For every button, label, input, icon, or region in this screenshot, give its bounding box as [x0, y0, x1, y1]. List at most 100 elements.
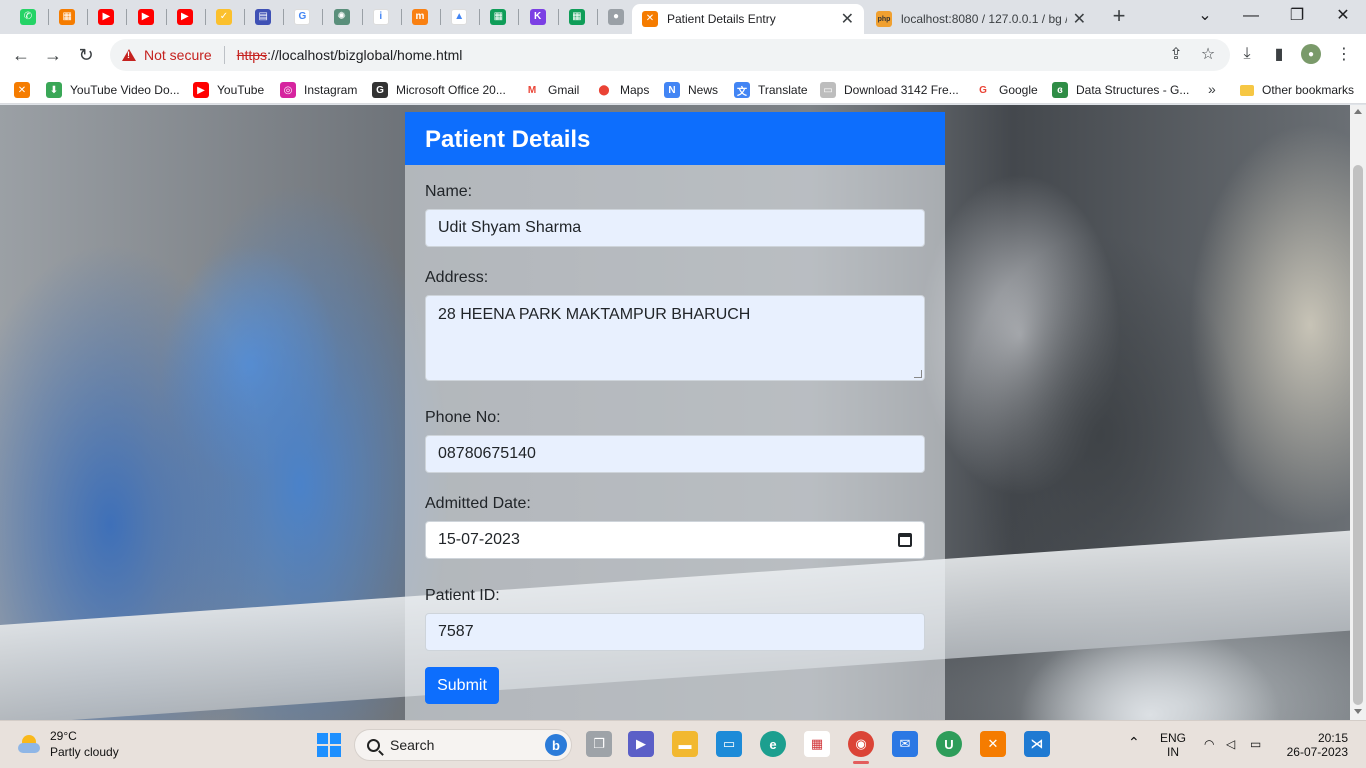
weather-temperature[interactable]: 29°C [50, 729, 77, 743]
bookmark-item[interactable]: ⬤ Maps [596, 81, 649, 99]
start-button[interactable] [317, 733, 341, 757]
news-icon: N [664, 82, 680, 98]
moodle-icon: m [412, 9, 428, 25]
pinned-tab[interactable]: ▶ [92, 6, 120, 28]
tab-search-icon[interactable]: ⌄ [1182, 5, 1228, 27]
warning-icon[interactable] [122, 49, 136, 61]
bing-icon[interactable]: b [545, 734, 567, 756]
pinned-tab[interactable]: ✺ [328, 6, 356, 28]
region-code: IN [1167, 745, 1179, 759]
xampp-bookmark[interactable]: ✕ [14, 81, 38, 99]
pinned-tab[interactable]: K [524, 6, 552, 28]
new-tab-button[interactable]: + [1108, 5, 1130, 28]
weather-description[interactable]: Partly cloudy [50, 745, 119, 759]
mail-icon[interactable]: ✉ [892, 731, 918, 757]
weather-partly-cloudy-icon[interactable] [18, 733, 42, 757]
pinned-tab[interactable]: ✆ [14, 6, 42, 28]
profile-avatar[interactable]: ● [1301, 44, 1321, 64]
scroll-down-icon[interactable] [1354, 709, 1362, 714]
forward-button[interactable]: → [40, 42, 66, 68]
bookmark-item[interactable]: G Microsoft Office 20... [372, 81, 506, 99]
phone-label: Phone No: [425, 409, 501, 426]
language-indicator[interactable]: ENG IN [1160, 731, 1186, 759]
calendar-app-icon: ▤ [255, 9, 272, 25]
pinned-tab[interactable]: ▲ [445, 6, 473, 28]
security-status[interactable]: Not secure [144, 47, 212, 63]
bookmark-item[interactable]: 文 Translate [734, 81, 808, 99]
pinned-tab[interactable]: ▶ [171, 6, 199, 28]
bookmark-item[interactable]: N News [664, 81, 718, 99]
download-icon[interactable]: ⤓ [1237, 44, 1257, 64]
address-textarea[interactable]: 28 HEENA PARK MAKTAMPUR BHARUCH [425, 295, 925, 381]
upwork-icon[interactable]: U [936, 731, 962, 757]
bookmark-item[interactable]: ◎ Instagram [280, 81, 357, 99]
close-tab-icon[interactable]: ✕ [841, 9, 854, 29]
close-tab-icon[interactable]: ✕ [1073, 9, 1086, 29]
submit-button[interactable]: Submit [425, 667, 499, 704]
bookmark-item[interactable]: ▭ Download 3142 Fre... [820, 81, 959, 99]
bookmark-item[interactable]: ▶ YouTube [193, 81, 264, 99]
youtube-icon: ▶ [137, 9, 154, 25]
bookmark-label: Microsoft Office 20... [396, 83, 506, 97]
calendar-icon[interactable] [898, 533, 912, 547]
phone-input[interactable]: 08780675140 [425, 435, 925, 473]
teams-icon[interactable]: ▶ [628, 731, 654, 757]
tab-phpmyadmin[interactable]: php localhost:8080 / 127.0.0.1 / bg / ✕ [866, 4, 1096, 34]
drive-icon: ▲ [451, 9, 468, 25]
pinned-tab[interactable]: ▦ [563, 6, 591, 28]
tab-divider [283, 9, 285, 25]
bookmark-item[interactable]: ɞ Data Structures - G... [1052, 81, 1189, 99]
volume-icon[interactable]: ◁ [1226, 737, 1235, 751]
bookmark-star-icon[interactable]: ☆ [1198, 44, 1218, 64]
translate-icon: 文 [734, 82, 750, 98]
pinned-tab[interactable]: ▤ [249, 6, 277, 28]
xampp-icon[interactable]: ✕ [980, 731, 1006, 757]
name-input[interactable]: Udit Shyam Sharma [425, 209, 925, 247]
wifi-icon[interactable]: ◠ [1204, 737, 1214, 751]
close-window-button[interactable]: ✕ [1320, 5, 1366, 27]
tab-patient-details[interactable]: ✕ Patient Details Entry ✕ [632, 4, 864, 34]
admitted-date-input[interactable]: 15-07-2023 [425, 521, 925, 559]
battery-icon[interactable]: ▭ [1250, 737, 1261, 751]
pinned-tab[interactable]: m [406, 6, 434, 28]
taskbar-search[interactable]: Search b [354, 729, 572, 761]
menu-kebab-icon[interactable]: ⋮ [1334, 44, 1354, 64]
pinned-tab[interactable]: i [367, 6, 395, 28]
pinned-tab[interactable]: ▦ [484, 6, 512, 28]
scrollbar-thumb[interactable] [1353, 165, 1363, 705]
side-panel-icon[interactable]: ▮ [1269, 44, 1289, 64]
resize-handle-icon[interactable] [914, 370, 922, 378]
pinned-tab[interactable]: ▦ [53, 6, 81, 28]
back-button[interactable]: ← [8, 42, 34, 68]
edge-icon[interactable]: e [760, 731, 786, 757]
chrome-icon[interactable]: ◉ [848, 731, 874, 757]
patient-id-input[interactable]: 7587 [425, 613, 925, 651]
clock[interactable]: 20:15 26-07-2023 [1284, 731, 1348, 759]
scroll-up-icon[interactable] [1354, 109, 1362, 114]
restore-button[interactable]: ❐ [1274, 5, 1320, 27]
bookmark-item[interactable]: ⬇ YouTube Video Do... [46, 81, 180, 99]
page-scrollbar[interactable] [1350, 105, 1366, 720]
bookmark-item[interactable]: M Gmail [524, 81, 579, 99]
bookmark-label: Download 3142 Fre... [844, 83, 959, 97]
address-bar[interactable]: Not secure https ://localhost/bizglobal/… [110, 39, 1230, 71]
bookmark-label: Instagram [304, 83, 358, 97]
task-view-icon[interactable]: ❐ [586, 731, 612, 757]
vscode-icon[interactable]: ⋊ [1024, 731, 1050, 757]
url-path: ://localhost/bizglobal/home.html [267, 47, 463, 63]
other-bookmarks-folder[interactable]: Other bookmarks [1240, 81, 1354, 99]
store-icon[interactable]: ▦ [804, 731, 830, 757]
pinned-tab[interactable]: G [288, 6, 316, 28]
more-bookmarks-button[interactable]: » [1208, 81, 1216, 97]
clock-time: 20:15 [1317, 731, 1348, 745]
chevron-up-icon[interactable]: ⌃ [1128, 735, 1140, 749]
pinned-tab[interactable]: ● [602, 6, 630, 28]
minimize-button[interactable]: — [1228, 5, 1274, 27]
file-explorer-icon[interactable]: ▬ [672, 731, 698, 757]
pinned-tab[interactable]: ✓ [210, 6, 238, 28]
bookmark-item[interactable]: G Google [975, 81, 1038, 99]
monitor-app-icon[interactable]: ▭ [716, 731, 742, 757]
reload-button[interactable]: ↻ [73, 42, 99, 68]
pinned-tab[interactable]: ▶ [132, 6, 160, 28]
share-icon[interactable]: ⇪ [1166, 44, 1186, 64]
